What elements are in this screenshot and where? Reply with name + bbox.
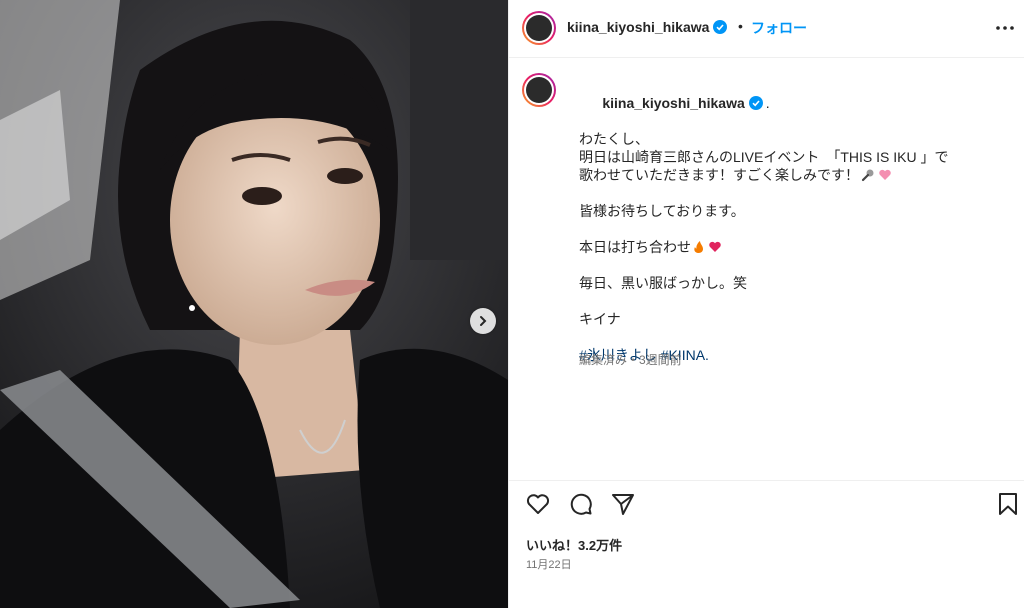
likes-count[interactable]: いいね！3.2万件 (526, 535, 622, 554)
caption-line: 歌わせていただきます！すごく楽しみです！ (579, 167, 859, 183)
more-horizontal-icon[interactable] (995, 18, 1015, 38)
microphone-icon (861, 169, 874, 182)
post-caption: kiina_kiyoshi_hikawa. わたくし、 明日は山崎育三郎さんのL… (579, 76, 1009, 364)
fire-icon (694, 241, 703, 253)
red-heart-icon (709, 241, 721, 252)
caption-username[interactable]: kiina_kiyoshi_hikawa (602, 95, 744, 111)
post-header: kiina_kiyoshi_hikawa • フォロー (509, 0, 1024, 58)
post-panel: kiina_kiyoshi_hikawa • フォロー kiina_kiyosh… (508, 0, 1024, 608)
caption-line: 皆様お待ちしております。 (579, 203, 745, 219)
caption-period: . (765, 95, 770, 111)
caption-meta: 編集済み・3週間前 (579, 353, 682, 367)
verified-badge-icon (713, 20, 728, 34)
share-icon[interactable] (610, 491, 636, 517)
username-text[interactable]: kiina_kiyoshi_hikawa (567, 19, 709, 35)
caption-line: キイナ (579, 311, 621, 327)
comment-icon[interactable] (568, 491, 594, 517)
portrait-photo (0, 0, 508, 608)
caption-line: 本日は打ち合わせ (579, 239, 691, 255)
chevron-right-icon (480, 316, 487, 326)
verified-badge-icon (748, 96, 763, 110)
caption-avatar[interactable] (522, 73, 556, 107)
avatar[interactable] (522, 11, 556, 45)
caption-line: 明日は山崎育三郎さんのLIVEイベント 「THIS IS IKU 」で (579, 149, 949, 165)
heart-outline-icon[interactable] (525, 491, 551, 517)
next-photo-button[interactable] (470, 308, 496, 334)
separator-dot: • (738, 18, 743, 34)
follow-button[interactable]: フォロー (751, 18, 807, 38)
post-photo[interactable] (0, 0, 508, 608)
header-username[interactable]: kiina_kiyoshi_hikawa (567, 19, 728, 35)
post-date: 11月22日 (526, 559, 572, 571)
pink-heart-icon (879, 169, 891, 180)
bookmark-icon[interactable] (995, 491, 1021, 517)
action-bar (509, 480, 1024, 526)
caption-line: 毎日、黒い服ばっかし。笑 (579, 275, 747, 291)
caption-line: わたくし、 (579, 131, 649, 147)
